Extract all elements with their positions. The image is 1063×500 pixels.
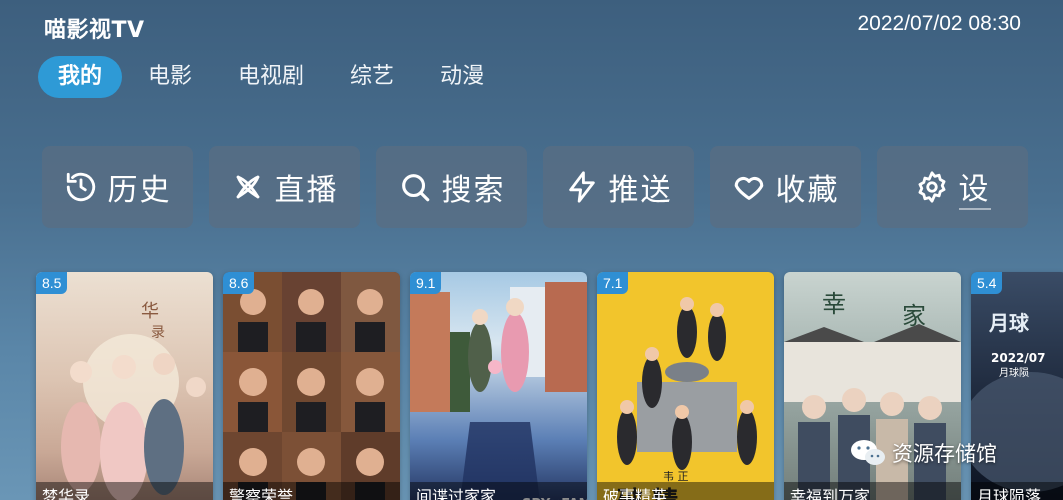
card-title: 间谍过家家 [410, 482, 587, 500]
poster-card[interactable]: 韦 正 破 精 7.1 破事精英 [597, 272, 774, 500]
svg-text:录: 录 [151, 325, 165, 341]
tab-tv-series[interactable]: 电视剧 [218, 56, 324, 98]
watermark: 资源存储馆 [850, 438, 997, 468]
poster-image: SPY×FAMILY [410, 272, 587, 500]
search-button[interactable]: 搜索 [376, 146, 527, 228]
push-label: 推送 [608, 173, 673, 208]
rating-badge: 7.1 [597, 272, 629, 294]
history-button[interactable]: 历史 [42, 146, 193, 228]
card-title: 月球陨落 [971, 482, 1063, 500]
settings-button[interactable]: 设 [877, 146, 1028, 228]
clock: 2022/07/02 08:30 [857, 12, 1022, 35]
card-title: 警察荣誉 [223, 482, 400, 500]
heart-icon [734, 176, 763, 200]
svg-text:家: 家 [902, 302, 926, 330]
rating-badge: 8.6 [223, 272, 255, 294]
quick-actions: 历史 直播 搜索 推送 收藏 设 [42, 146, 1028, 228]
watermark-text: 资源存储馆 [892, 442, 997, 466]
rating-badge: 9.1 [410, 272, 442, 294]
top-nav: 我的 电影 电视剧 综艺 动漫 [38, 56, 510, 98]
favorites-button[interactable]: 收藏 [710, 146, 861, 228]
history-label: 历史 [107, 173, 172, 208]
poster-image [223, 272, 400, 500]
svg-text:幸: 幸 [822, 290, 846, 318]
poster-card[interactable]: 8.6 警察荣誉 [223, 272, 400, 500]
poster-image: 韦 正 破 精 [597, 272, 774, 500]
history-icon [66, 172, 95, 202]
poster-subtitle-text: 月球陨 [999, 366, 1029, 379]
poster-card[interactable]: SPY×FAMILY 9.1 间谍过家家 [410, 272, 587, 500]
push-button[interactable]: 推送 [543, 146, 694, 228]
live-button[interactable]: 直播 [209, 146, 360, 228]
tab-variety[interactable]: 综艺 [330, 56, 414, 98]
tab-movies[interactable]: 电影 [128, 56, 212, 98]
settings-label: 设 [958, 164, 991, 210]
wechat-icon [851, 440, 885, 465]
card-title: 破事精英 [597, 482, 774, 500]
card-title: 幸福到万家 [784, 482, 961, 500]
live-icon [236, 175, 259, 199]
search-icon [401, 174, 429, 202]
favorites-label: 收藏 [775, 173, 840, 208]
rating-badge: 8.5 [36, 272, 68, 294]
search-label: 搜索 [441, 173, 506, 208]
poster-card[interactable]: 华 录 8.5 梦华录 [36, 272, 213, 500]
live-label: 直播 [274, 173, 339, 208]
poster-date-text: 2022/07 [991, 351, 1045, 365]
lightning-icon [568, 171, 595, 203]
app-title: 喵影视TV [44, 18, 145, 43]
rating-badge: 5.4 [971, 272, 1003, 294]
tab-anime[interactable]: 动漫 [420, 56, 504, 98]
gear-icon [918, 171, 945, 203]
tab-mine[interactable]: 我的 [38, 56, 123, 98]
svg-text:月球: 月球 [988, 311, 1030, 335]
poster-image: 华 录 [36, 272, 213, 500]
svg-text:华: 华 [141, 301, 159, 322]
card-title: 梦华录 [36, 482, 213, 500]
